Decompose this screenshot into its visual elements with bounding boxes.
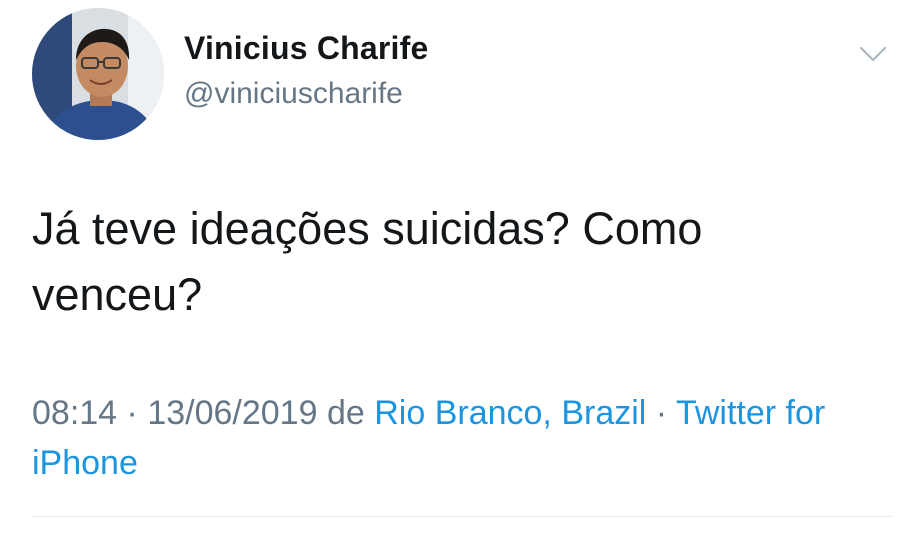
from-label: de <box>326 394 365 432</box>
chevron-down-icon[interactable] <box>855 40 891 68</box>
separator: · <box>655 394 668 432</box>
tweet-time[interactable]: 08:14 <box>32 394 117 432</box>
divider <box>32 516 892 517</box>
avatar[interactable] <box>32 8 164 140</box>
display-name[interactable]: Vinicius Charife <box>184 30 428 67</box>
tweet-meta: 08:14 · 13/06/2019 de Rio Branco, Brazil… <box>32 388 892 488</box>
avatar-photo <box>32 8 164 140</box>
separator: · <box>126 394 138 432</box>
tweet-text: Já teve ideações suicidas? Como venceu? <box>32 203 703 320</box>
location-link[interactable]: Rio Branco, Brazil <box>374 394 646 432</box>
tweet-card: Vinicius Charife @viniciuscharife Já tev… <box>0 0 900 550</box>
tweet-date[interactable]: 13/06/2019 <box>147 394 317 432</box>
handle[interactable]: @viniciuscharife <box>184 77 403 111</box>
